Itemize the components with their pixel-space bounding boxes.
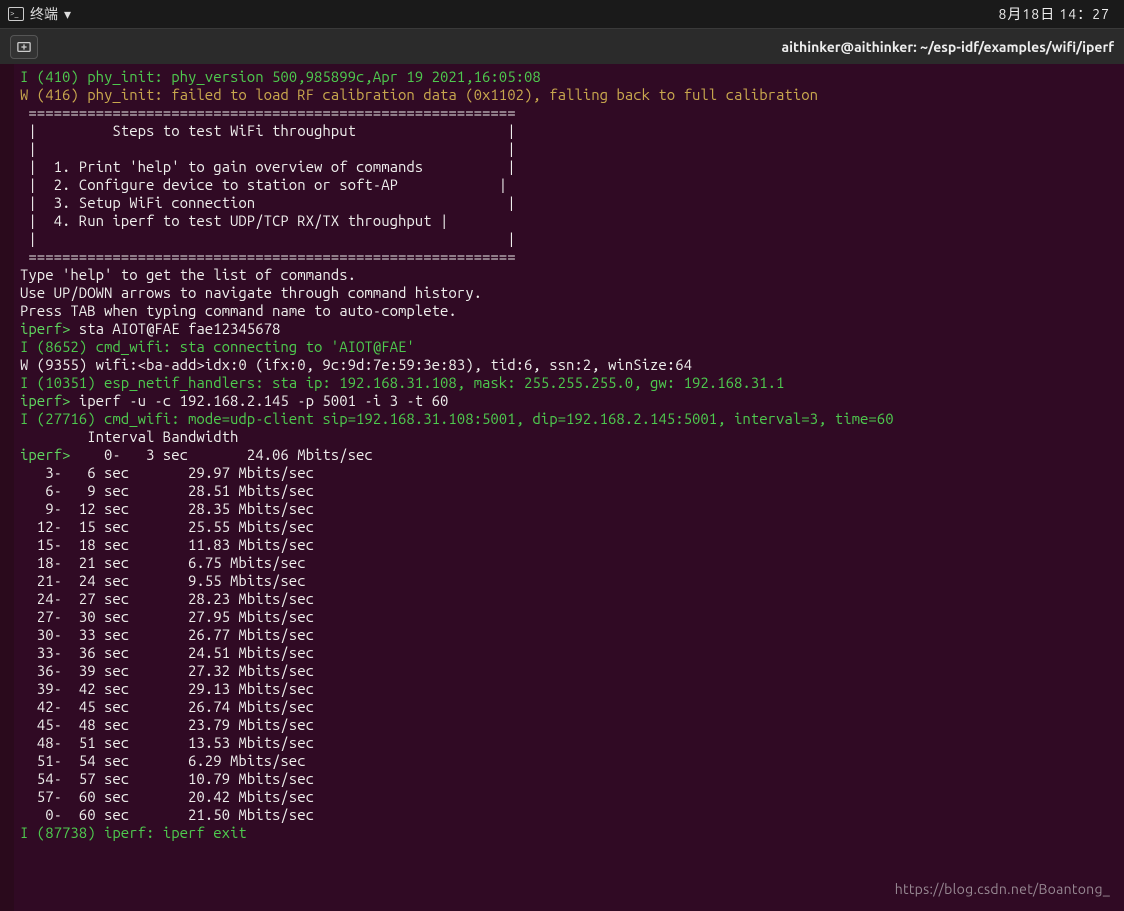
terminal-line: ========================================… bbox=[20, 104, 1118, 122]
terminal-line: | 4. Run iperf to test UDP/TCP RX/TX thr… bbox=[20, 212, 1118, 230]
terminal-line: I (8652) cmd_wifi: sta connecting to 'AI… bbox=[20, 338, 1118, 356]
terminal-line: I (10351) esp_netif_handlers: sta ip: 19… bbox=[20, 374, 1118, 392]
terminal-line: 27- 30 sec 27.95 Mbits/sec bbox=[20, 608, 1118, 626]
terminal-line: I (87738) iperf: iperf exit bbox=[20, 824, 1118, 842]
terminal-line: 48- 51 sec 13.53 Mbits/sec bbox=[20, 734, 1118, 752]
terminal-line: W (9355) wifi:<ba-add>idx:0 (ifx:0, 9c:9… bbox=[20, 356, 1118, 374]
terminal-line: 21- 24 sec 9.55 Mbits/sec bbox=[20, 572, 1118, 590]
terminal-line: 54- 57 sec 10.79 Mbits/sec bbox=[20, 770, 1118, 788]
terminal-line: 12- 15 sec 25.55 Mbits/sec bbox=[20, 518, 1118, 536]
terminal-line: ========================================… bbox=[20, 248, 1118, 266]
terminal-line: | 2. Configure device to station or soft… bbox=[20, 176, 1118, 194]
terminal-line: 6- 9 sec 28.51 Mbits/sec bbox=[20, 482, 1118, 500]
terminal-line: 24- 27 sec 28.23 Mbits/sec bbox=[20, 590, 1118, 608]
terminal-line: iperf> 0- 3 sec 24.06 Mbits/sec bbox=[20, 446, 1118, 464]
chevron-down-icon: ▾ bbox=[64, 6, 71, 23]
terminal-line: 30- 33 sec 26.77 Mbits/sec bbox=[20, 626, 1118, 644]
terminal-line: | 3. Setup WiFi connection | bbox=[20, 194, 1118, 212]
left-gutter bbox=[0, 64, 14, 911]
terminal-line: 39- 42 sec 29.13 Mbits/sec bbox=[20, 680, 1118, 698]
terminal-line: W (416) phy_init: failed to load RF cali… bbox=[20, 86, 1118, 104]
terminal-line: | | bbox=[20, 140, 1118, 158]
terminal-line: | 1. Print 'help' to gain overview of co… bbox=[20, 158, 1118, 176]
terminal-line: I (27716) cmd_wifi: mode=udp-client sip=… bbox=[20, 410, 1118, 428]
terminal-viewport[interactable]: I (410) phy_init: phy_version 500,985899… bbox=[14, 64, 1124, 911]
terminal-line: 57- 60 sec 20.42 Mbits/sec bbox=[20, 788, 1118, 806]
window-titlebar: aithinker@aithinker: ~/esp-idf/examples/… bbox=[0, 28, 1124, 64]
terminal-icon bbox=[8, 7, 24, 21]
terminal-line: 9- 12 sec 28.35 Mbits/sec bbox=[20, 500, 1118, 518]
topbar-datetime[interactable]: 8月18日 14：27 bbox=[999, 4, 1110, 24]
terminal-line: iperf> sta AIOT@FAE fae12345678 bbox=[20, 320, 1118, 338]
terminal-line: | | bbox=[20, 230, 1118, 248]
terminal-line: 42- 45 sec 26.74 Mbits/sec bbox=[20, 698, 1118, 716]
terminal-line: I (410) phy_init: phy_version 500,985899… bbox=[20, 68, 1118, 86]
gnome-topbar: 终端 ▾ 8月18日 14：27 bbox=[0, 0, 1124, 28]
terminal-line: 33- 36 sec 24.51 Mbits/sec bbox=[20, 644, 1118, 662]
new-tab-button[interactable] bbox=[10, 35, 38, 59]
new-tab-icon bbox=[17, 40, 31, 54]
terminal-line: iperf> iperf -u -c 192.168.2.145 -p 5001… bbox=[20, 392, 1118, 410]
terminal-line: 51- 54 sec 6.29 Mbits/sec bbox=[20, 752, 1118, 770]
terminal-line: Interval Bandwidth bbox=[20, 428, 1118, 446]
watermark-text: https://blog.csdn.net/Boantong_ bbox=[895, 881, 1110, 897]
terminal-line: Use UP/DOWN arrows to navigate through c… bbox=[20, 284, 1118, 302]
terminal-line: 0- 60 sec 21.50 Mbits/sec bbox=[20, 806, 1118, 824]
terminal-line: 18- 21 sec 6.75 Mbits/sec bbox=[20, 554, 1118, 572]
window-title: aithinker@aithinker: ~/esp-idf/examples/… bbox=[782, 39, 1115, 55]
terminal-line: Type 'help' to get the list of commands. bbox=[20, 266, 1118, 284]
terminal-line: Press TAB when typing command name to au… bbox=[20, 302, 1118, 320]
topbar-app-indicator[interactable]: 终端 ▾ bbox=[8, 4, 71, 24]
terminal-line: | Steps to test WiFi throughput | bbox=[20, 122, 1118, 140]
terminal-line: 45- 48 sec 23.79 Mbits/sec bbox=[20, 716, 1118, 734]
terminal-line: 36- 39 sec 27.32 Mbits/sec bbox=[20, 662, 1118, 680]
terminal-line: 15- 18 sec 11.83 Mbits/sec bbox=[20, 536, 1118, 554]
app-label: 终端 bbox=[30, 4, 58, 24]
terminal-line: 3- 6 sec 29.97 Mbits/sec bbox=[20, 464, 1118, 482]
